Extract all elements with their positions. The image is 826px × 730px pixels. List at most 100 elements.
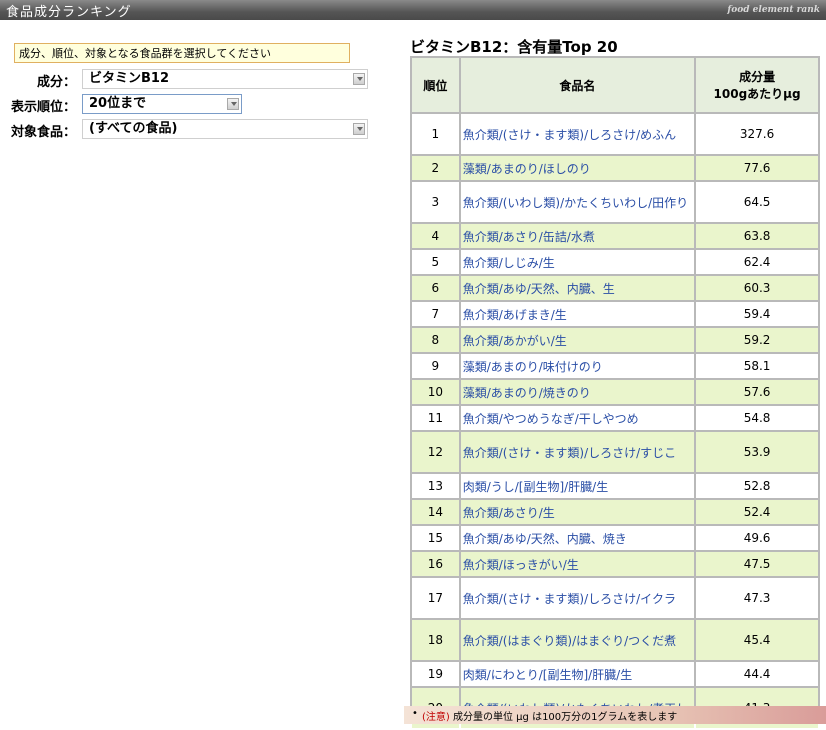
- rank-cell: 12: [412, 432, 459, 472]
- rank-cell: 6: [412, 276, 459, 300]
- target-select[interactable]: (すべての食品): [82, 119, 368, 139]
- food-cell: 魚介類/あゆ/天然、内臓、焼き: [460, 526, 695, 550]
- rank-cell: 10: [412, 380, 459, 404]
- amount-cell: 54.8: [696, 406, 818, 430]
- chevron-down-icon[interactable]: [227, 98, 239, 110]
- footer-note: • (注意) 成分量の単位 μg は100万分の1グラムを表します: [404, 706, 826, 724]
- rank-cell: 11: [412, 406, 459, 430]
- table-row: 13 肉類/うし/[副生物]/肝臓/生 52.8: [412, 474, 818, 498]
- chevron-down-icon[interactable]: [353, 73, 365, 85]
- food-cell: 魚介類/ほっきがい/生: [460, 552, 695, 576]
- rank-cell: 17: [412, 578, 459, 618]
- amount-cell: 44.4: [696, 662, 818, 686]
- table-row: 3 魚介類/(いわし類)/かたくちいわし/田作り 64.5: [412, 182, 818, 222]
- food-cell: 魚介類/(さけ・ます類)/しろさけ/イクラ: [460, 578, 695, 618]
- food-link[interactable]: 魚介類/(さけ・ます類)/しろさけ/めふん: [463, 128, 677, 142]
- food-link[interactable]: 魚介類/しじみ/生: [463, 256, 555, 270]
- table-row: 14 魚介類/あさり/生 52.4: [412, 500, 818, 524]
- ranking-table-container: 順位 食品名 成分量 100gあたりμg 1 魚介類/(さけ・ます類)/しろさけ/…: [410, 56, 820, 728]
- brand-logo-text: food element rank: [727, 5, 820, 15]
- food-link[interactable]: 魚介類/(さけ・ます類)/しろさけ/すじこ: [463, 446, 677, 460]
- table-row: 17 魚介類/(さけ・ます類)/しろさけ/イクラ 47.3: [412, 578, 818, 618]
- amount-cell: 64.5: [696, 182, 818, 222]
- table-row: 7 魚介類/あげまき/生 59.4: [412, 302, 818, 326]
- food-link[interactable]: 藻類/あまのり/味付けのり: [463, 360, 603, 374]
- rank-cell: 14: [412, 500, 459, 524]
- food-cell: 藻類/あまのり/ほしのり: [460, 156, 695, 180]
- title-bar: 食品成分ランキング food element rank: [0, 0, 826, 20]
- table-row: 2 藻類/あまのり/ほしのり 77.6: [412, 156, 818, 180]
- food-link[interactable]: 魚介類/(さけ・ます類)/しろさけ/イクラ: [463, 592, 676, 606]
- table-header-row: 順位 食品名 成分量 100gあたりμg: [412, 58, 818, 112]
- food-cell: 魚介類/あさり/缶詰/水煮: [460, 224, 695, 248]
- table-row: 9 藻類/あまのり/味付けのり 58.1: [412, 354, 818, 378]
- food-cell: 魚介類/あさり/生: [460, 500, 695, 524]
- amount-cell: 59.2: [696, 328, 818, 352]
- amount-cell: 62.4: [696, 250, 818, 274]
- food-cell: 魚介類/(はまぐり類)/はまぐり/つくだ煮: [460, 620, 695, 660]
- food-link[interactable]: 肉類/うし/[副生物]/肝臓/生: [463, 480, 609, 494]
- amount-cell: 47.5: [696, 552, 818, 576]
- amount-cell: 59.4: [696, 302, 818, 326]
- rank-cell: 8: [412, 328, 459, 352]
- rank-cell: 16: [412, 552, 459, 576]
- amount-cell: 53.9: [696, 432, 818, 472]
- col-food-header: 食品名: [460, 58, 695, 112]
- table-row: 6 魚介類/あゆ/天然、内臓、生 60.3: [412, 276, 818, 300]
- warning-label: (注意): [422, 712, 450, 723]
- target-label: 対象食品：: [10, 125, 76, 140]
- table-row: 15 魚介類/あゆ/天然、内臓、焼き 49.6: [412, 526, 818, 550]
- amount-cell: 63.8: [696, 224, 818, 248]
- order-select[interactable]: 20位まで: [82, 94, 242, 114]
- food-link[interactable]: 魚介類/(はまぐり類)/はまぐり/つくだ煮: [463, 634, 677, 648]
- order-label: 表示順位：: [10, 100, 76, 115]
- food-link[interactable]: 魚介類/あゆ/天然、内臓、生: [463, 282, 615, 296]
- rank-cell: 7: [412, 302, 459, 326]
- food-link[interactable]: 魚介類/あさり/缶詰/水煮: [463, 230, 595, 244]
- ranking-table: 順位 食品名 成分量 100gあたりμg 1 魚介類/(さけ・ます類)/しろさけ/…: [410, 56, 820, 730]
- food-link[interactable]: 魚介類/あげまき/生: [463, 308, 567, 322]
- amount-cell: 45.4: [696, 620, 818, 660]
- component-select[interactable]: ビタミンB12: [82, 69, 368, 89]
- food-cell: 魚介類/あげまき/生: [460, 302, 695, 326]
- food-cell: 肉類/うし/[副生物]/肝臓/生: [460, 474, 695, 498]
- rank-cell: 4: [412, 224, 459, 248]
- amount-cell: 58.1: [696, 354, 818, 378]
- food-cell: 肉類/にわとり/[副生物]/肝臓/生: [460, 662, 695, 686]
- food-link[interactable]: 肉類/にわとり/[副生物]/肝臓/生: [463, 668, 633, 682]
- food-cell: 魚介類/やつめうなぎ/干しやつめ: [460, 406, 695, 430]
- ranking-title: ビタミンB12：含有量Top 20: [410, 38, 618, 56]
- food-link[interactable]: 魚介類/ほっきがい/生: [463, 558, 579, 572]
- food-cell: 魚介類/あゆ/天然、内臓、生: [460, 276, 695, 300]
- food-cell: 藻類/あまのり/焼きのり: [460, 380, 695, 404]
- chevron-down-icon[interactable]: [353, 123, 365, 135]
- rank-cell: 9: [412, 354, 459, 378]
- food-link[interactable]: 藻類/あまのり/ほしのり: [463, 162, 591, 176]
- food-link[interactable]: 魚介類/(いわし類)/かたくちいわし/田作り: [463, 196, 689, 210]
- rank-cell: 3: [412, 182, 459, 222]
- table-row: 11 魚介類/やつめうなぎ/干しやつめ 54.8: [412, 406, 818, 430]
- food-link[interactable]: 魚介類/あさり/生: [463, 506, 555, 520]
- food-link[interactable]: 魚介類/やつめうなぎ/干しやつめ: [463, 412, 639, 426]
- food-link[interactable]: 魚介類/あゆ/天然、内臓、焼き: [463, 532, 627, 546]
- bullet-icon: •: [412, 708, 418, 719]
- unit-note: 成分量の単位 μg は100万分の1グラムを表します: [453, 712, 678, 723]
- rank-cell: 5: [412, 250, 459, 274]
- table-row: 10 藻類/あまのり/焼きのり 57.6: [412, 380, 818, 404]
- food-link[interactable]: 魚介類/あかがい/生: [463, 334, 567, 348]
- table-row: 5 魚介類/しじみ/生 62.4: [412, 250, 818, 274]
- table-row: 8 魚介類/あかがい/生 59.2: [412, 328, 818, 352]
- food-cell: 魚介類/しじみ/生: [460, 250, 695, 274]
- col-rank-header: 順位: [412, 58, 459, 112]
- table-row: 18 魚介類/(はまぐり類)/はまぐり/つくだ煮 45.4: [412, 620, 818, 660]
- table-row: 12 魚介類/(さけ・ます類)/しろさけ/すじこ 53.9: [412, 432, 818, 472]
- table-row: 16 魚介類/ほっきがい/生 47.5: [412, 552, 818, 576]
- col-amount-header-line1: 成分量: [739, 70, 776, 84]
- amount-cell: 52.8: [696, 474, 818, 498]
- food-link[interactable]: 藻類/あまのり/焼きのり: [463, 386, 591, 400]
- rank-cell: 15: [412, 526, 459, 550]
- amount-cell: 47.3: [696, 578, 818, 618]
- col-amount-header: 成分量 100gあたりμg: [696, 58, 818, 112]
- rank-cell: 18: [412, 620, 459, 660]
- order-select-value: 20位まで: [89, 96, 147, 111]
